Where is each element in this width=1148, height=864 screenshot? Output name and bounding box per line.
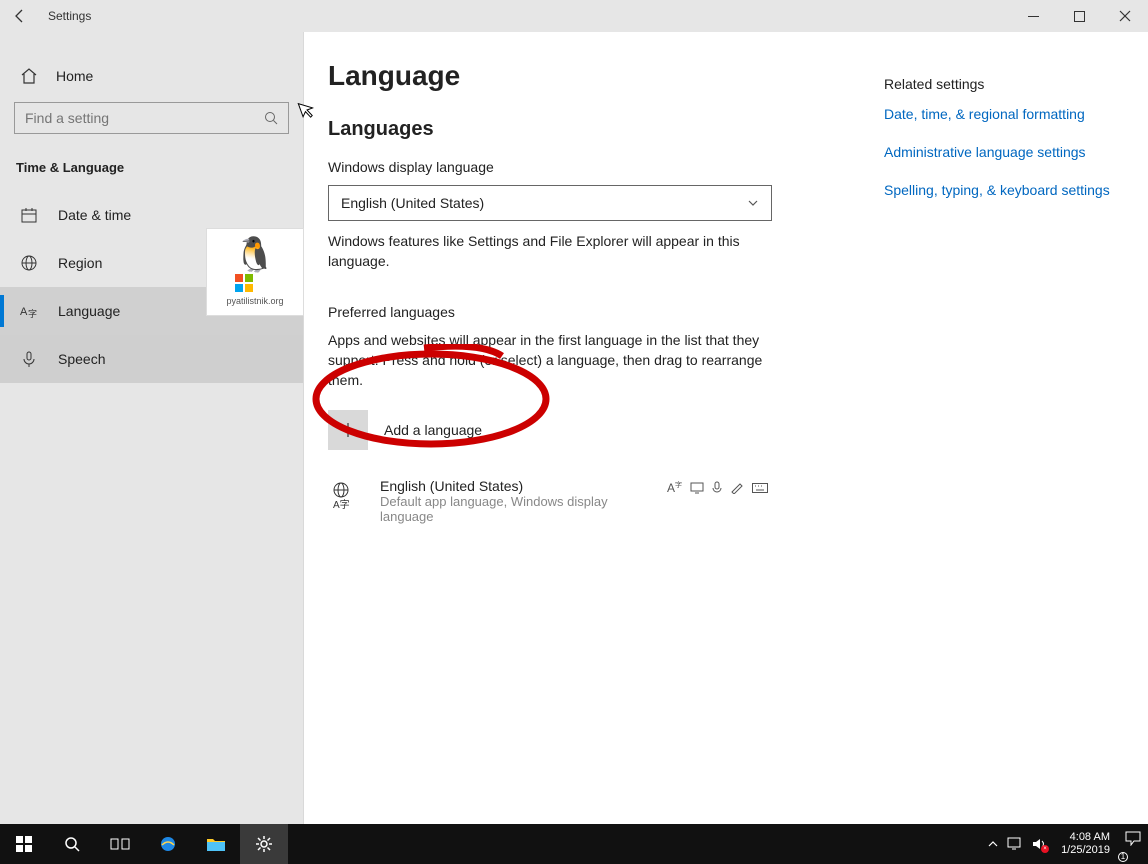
page-title: Language bbox=[328, 60, 828, 92]
search-settings-input[interactable] bbox=[14, 102, 289, 134]
home-icon bbox=[20, 67, 38, 85]
chevron-down-icon bbox=[747, 197, 759, 209]
language-feature-icons: A字 bbox=[667, 480, 768, 495]
clock-date: 1/25/2019 bbox=[1061, 844, 1110, 857]
section-languages-title: Languages bbox=[328, 118, 828, 141]
dropdown-value: English (United States) bbox=[341, 195, 484, 211]
calendar-icon bbox=[20, 206, 38, 224]
category-header: Time & Language bbox=[0, 134, 303, 191]
display-language-label: Windows display language bbox=[328, 159, 828, 175]
plus-icon bbox=[328, 410, 368, 450]
settings-taskbar-button[interactable] bbox=[240, 824, 288, 864]
network-icon[interactable] bbox=[1007, 837, 1023, 851]
clock-time: 4:08 AM bbox=[1061, 831, 1110, 844]
preferred-languages-info: Apps and websites will appear in the fir… bbox=[328, 330, 772, 391]
nav-speech[interactable]: Speech bbox=[0, 335, 303, 383]
speech-cap-icon bbox=[712, 481, 722, 495]
related-settings-title: Related settings bbox=[884, 76, 1114, 92]
svg-text:A字: A字 bbox=[333, 498, 350, 510]
display-icon bbox=[690, 482, 704, 494]
nav-label: Speech bbox=[58, 351, 105, 367]
title-bar: Settings bbox=[0, 0, 1148, 32]
svg-text:A: A bbox=[20, 306, 28, 318]
svg-text:字: 字 bbox=[28, 308, 37, 319]
volume-icon[interactable]: × bbox=[1031, 837, 1047, 851]
start-button[interactable] bbox=[0, 824, 48, 864]
home-nav[interactable]: Home bbox=[0, 54, 303, 98]
nav-language[interactable]: A字 Language bbox=[0, 287, 303, 335]
maximize-button[interactable] bbox=[1056, 0, 1102, 32]
sidebar: Home Time & Language Date & time Region bbox=[0, 32, 304, 824]
add-language-button[interactable]: Add a language bbox=[328, 410, 828, 450]
language-glyph-icon: A字 bbox=[328, 478, 362, 512]
minimize-button[interactable] bbox=[1010, 0, 1056, 32]
nav-label: Region bbox=[58, 255, 102, 271]
taskbar: × 4:08 AM 1/25/2019 1 bbox=[0, 824, 1148, 864]
nav-label: Language bbox=[58, 303, 120, 319]
window-title: Settings bbox=[40, 9, 91, 23]
tray-chevron-up-icon[interactable] bbox=[987, 838, 999, 850]
main-content: Language Languages Windows display langu… bbox=[304, 32, 1148, 824]
task-view-button[interactable] bbox=[96, 824, 144, 864]
keyboard-icon bbox=[752, 483, 768, 493]
system-tray[interactable]: × 4:08 AM 1/25/2019 1 bbox=[987, 830, 1148, 858]
search-field[interactable] bbox=[15, 109, 254, 127]
taskbar-search-button[interactable] bbox=[48, 824, 96, 864]
search-icon bbox=[254, 103, 288, 133]
display-language-dropdown[interactable]: English (United States) bbox=[328, 185, 772, 221]
related-link-date-time[interactable]: Date, time, & regional formatting bbox=[884, 106, 1114, 122]
related-link-spelling[interactable]: Spelling, typing, & keyboard settings bbox=[884, 182, 1114, 198]
globe-icon bbox=[20, 254, 38, 272]
nav-date-time[interactable]: Date & time bbox=[0, 191, 303, 239]
action-center-button[interactable]: 1 bbox=[1124, 830, 1142, 858]
internet-explorer-button[interactable] bbox=[144, 824, 192, 864]
display-language-info: Windows features like Settings and File … bbox=[328, 231, 772, 272]
back-button[interactable] bbox=[0, 0, 40, 32]
installed-language-item[interactable]: A字 English (United States) Default app l… bbox=[328, 478, 772, 524]
language-icon: A字 bbox=[20, 302, 38, 320]
language-subtitle: Default app language, Windows display la… bbox=[380, 494, 649, 524]
nav-label: Date & time bbox=[58, 207, 131, 223]
handwriting-icon bbox=[730, 482, 744, 494]
file-explorer-button[interactable] bbox=[192, 824, 240, 864]
related-link-admin-lang[interactable]: Administrative language settings bbox=[884, 144, 1114, 160]
language-name: English (United States) bbox=[380, 478, 649, 494]
nav-region[interactable]: Region bbox=[0, 239, 303, 287]
textservice-icon: A字 bbox=[667, 480, 682, 495]
related-settings: Related settings Date, time, & regional … bbox=[884, 56, 1114, 824]
microphone-icon bbox=[20, 350, 38, 368]
add-language-label: Add a language bbox=[384, 422, 482, 438]
preferred-languages-label: Preferred languages bbox=[328, 304, 828, 320]
home-label: Home bbox=[56, 68, 93, 84]
close-button[interactable] bbox=[1102, 0, 1148, 32]
